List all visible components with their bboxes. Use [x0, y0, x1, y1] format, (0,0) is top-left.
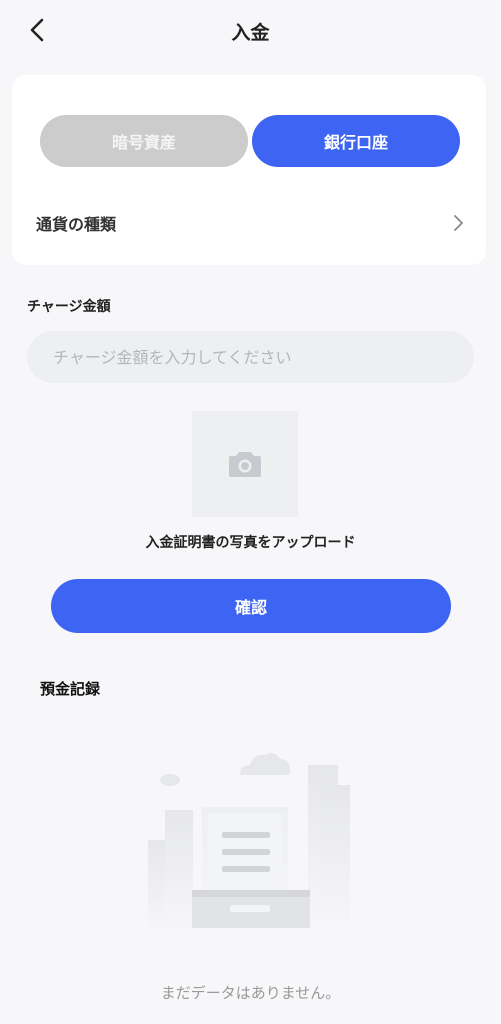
empty-state-text: まだデータはありません。 — [160, 984, 341, 1002]
page-title: 入金 — [231, 22, 270, 44]
header: 入金 — [0, 0, 501, 60]
camera-icon — [229, 452, 261, 477]
chevron-right-icon — [454, 215, 463, 231]
deposit-options-card: 暗号資産 銀行口座 通貨の種類 — [12, 75, 486, 265]
currency-type-selector[interactable]: 通貨の種類 — [36, 203, 466, 243]
upload-proof-label: 入金証明書の写真をアップロード — [145, 535, 356, 551]
tab-crypto-assets[interactable]: 暗号資産 — [40, 115, 248, 167]
confirm-button[interactable]: 確認 — [51, 579, 451, 633]
deposit-records-title: 預金記録 — [40, 680, 101, 698]
upload-photo-button[interactable] — [192, 411, 298, 517]
empty-state-illustration-icon — [148, 752, 350, 935]
currency-type-label: 通貨の種類 — [36, 215, 117, 234]
charge-amount-input[interactable] — [27, 331, 474, 383]
charge-amount-label: チャージ金額 — [27, 299, 111, 315]
tab-bank-account[interactable]: 銀行口座 — [252, 115, 460, 167]
